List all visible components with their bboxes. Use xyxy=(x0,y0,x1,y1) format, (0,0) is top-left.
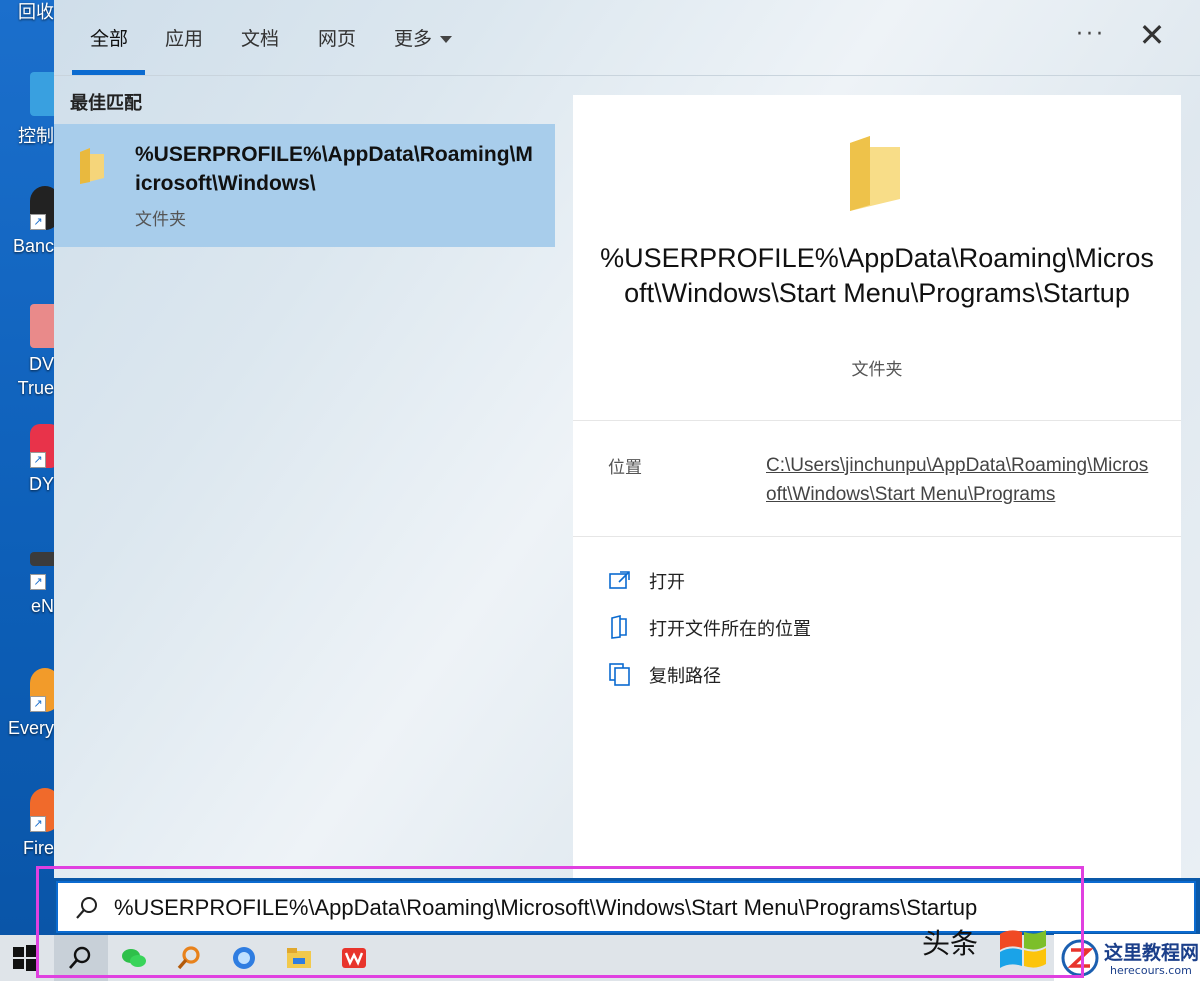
site-logo-icon xyxy=(1061,939,1099,977)
preview-header: %USERPROFILE%\AppData\Roaming\Microsoft\… xyxy=(573,95,1181,421)
file-explorer-icon xyxy=(287,948,311,968)
desktop-icon-label: eN xyxy=(30,596,54,616)
shortcut-arrow-icon: ↗ xyxy=(30,452,46,468)
desktop-icon-label: 回收 xyxy=(18,2,54,22)
location-section: 位置 C:\Users\jinchunpu\AppData\Roaming\Mi… xyxy=(573,423,1181,537)
desktop-icon-recycle[interactable]: 回收 xyxy=(0,0,54,60)
close-button[interactable]: ✕ xyxy=(1137,19,1167,51)
site-url: herecours.com xyxy=(1110,964,1192,977)
active-tab-indicator xyxy=(72,70,145,75)
chevron-down-icon xyxy=(440,36,453,43)
folder-icon xyxy=(80,148,104,184)
search-panel: 全部 应用 文档 网页 更多 ··· ✕ 最佳匹配 %USERPROFILE%\… xyxy=(54,0,1200,878)
desktop-icon-dy[interactable]: ↗ DY xyxy=(0,424,54,524)
desktop-icon-bandizip[interactable]: ↗ Banc xyxy=(0,186,54,286)
preview-title: %USERPROFILE%\AppData\Roaming\Microsoft\… xyxy=(600,243,1154,308)
taskbar-wps[interactable] xyxy=(328,935,382,981)
preview-type: 文件夹 xyxy=(851,360,903,380)
shortcut-arrow-icon: ↗ xyxy=(30,696,46,712)
tab-more-label: 更多 xyxy=(394,28,433,50)
location-label: 位置 xyxy=(608,458,642,478)
more-options-button[interactable]: ··· xyxy=(1076,22,1106,47)
desktop-strip: 回收 控制 ↗ Banc DV True ↗ DY ↗ eN ↗ Every ↗… xyxy=(0,0,54,935)
search-icon xyxy=(76,897,97,919)
shortcut-arrow-icon: ↗ xyxy=(30,816,46,832)
best-match-result[interactable]: %USERPROFILE%\AppData\Roaming\Microsoft\… xyxy=(54,124,555,247)
tab-web[interactable]: 网页 xyxy=(318,24,356,51)
desktop-icon-label: Every xyxy=(7,718,54,738)
taskbar-file-explorer[interactable] xyxy=(273,935,327,981)
action-label: 复制路径 xyxy=(649,666,721,687)
wechat-icon xyxy=(122,949,146,967)
site-logo: 这里教程网 herecours.com xyxy=(1054,934,1200,981)
tab-documents[interactable]: 文档 xyxy=(241,24,279,51)
shortcut-arrow-icon: ↗ xyxy=(30,574,46,590)
desktop-icon-firefox[interactable]: ↗ Fire xyxy=(0,788,54,888)
location-link[interactable]: C:\Users\jinchunpu\AppData\Roaming\Micro… xyxy=(766,451,1151,509)
desktop-icon-label: Fire xyxy=(23,838,54,858)
best-match-title: %USERPROFILE%\AppData\Roaming\Microsoft\… xyxy=(135,143,533,195)
watermark-text: 头条 xyxy=(922,927,979,960)
action-open-location[interactable]: 打开文件所在的位置 xyxy=(608,611,1008,647)
desktop-icon-label: DV xyxy=(28,354,54,374)
windows-color-logo-icon xyxy=(1000,930,1046,968)
taskbar-browser[interactable] xyxy=(218,935,272,981)
desktop-icon-label: 控制 xyxy=(18,126,54,146)
action-label: 打开 xyxy=(649,572,685,593)
open-location-icon xyxy=(611,615,627,639)
site-name: 这里教程网 xyxy=(1104,942,1200,964)
best-match-heading: 最佳匹配 xyxy=(70,93,142,114)
desktop-icon-label: DY xyxy=(28,474,54,494)
search-query-text: %USERPROFILE%\AppData\Roaming\Microsoft\… xyxy=(114,895,978,920)
taskbar-everything[interactable] xyxy=(163,935,217,981)
windows-logo-icon xyxy=(13,945,39,971)
control-panel-icon xyxy=(30,72,54,116)
preview-pane: %USERPROFILE%\AppData\Roaming\Microsoft\… xyxy=(573,95,1181,878)
action-label: 打开文件所在的位置 xyxy=(649,619,811,640)
open-icon xyxy=(609,571,630,589)
desktop-icon-label: True xyxy=(17,378,54,398)
tab-more[interactable]: 更多 xyxy=(394,24,453,51)
magnifier-app-icon xyxy=(177,946,200,970)
desktop-icon-en[interactable]: ↗ eN xyxy=(0,546,54,646)
taskbar-search-button[interactable] xyxy=(54,935,108,981)
browser-icon xyxy=(233,947,255,969)
desktop-icon-dvd[interactable]: DV True xyxy=(0,304,54,404)
en-app-icon xyxy=(30,552,54,566)
desktop-icon-control-panel[interactable]: 控制 xyxy=(0,72,54,172)
taskbar-wechat[interactable] xyxy=(108,935,162,981)
desktop-icon-label: Banc xyxy=(12,236,54,256)
desktop-icon-everything[interactable]: ↗ Every xyxy=(0,668,54,768)
action-open[interactable]: 打开 xyxy=(608,564,1008,600)
wps-icon xyxy=(342,948,366,968)
filter-tabs: 全部 应用 文档 网页 更多 ··· ✕ xyxy=(54,0,1200,76)
folder-large-icon xyxy=(850,136,900,211)
action-copy-path[interactable]: 复制路径 xyxy=(608,658,1008,694)
start-button[interactable] xyxy=(0,935,54,981)
search-icon xyxy=(69,946,91,969)
tab-apps[interactable]: 应用 xyxy=(165,24,203,51)
dvd-icon xyxy=(30,304,54,348)
copy-path-icon xyxy=(609,663,630,686)
tab-all[interactable]: 全部 xyxy=(90,24,128,51)
shortcut-arrow-icon: ↗ xyxy=(30,214,46,230)
best-match-type: 文件夹 xyxy=(135,210,186,230)
